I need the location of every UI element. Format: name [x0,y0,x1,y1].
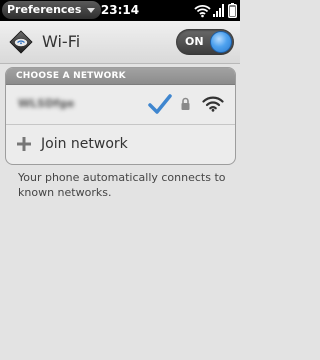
plus-icon [17,136,31,151]
checkmark-icon [148,93,172,115]
network-list-header: CHOOSE A NETWORK [6,68,235,85]
page-title: Wi-Fi [42,32,81,51]
join-network-label: Join network [41,136,128,152]
wifi-toggle[interactable]: ON [176,29,234,55]
app-header: Wi-Fi ON [0,21,240,64]
status-bar: Preferences 23:14 [0,0,240,21]
wifi-signal-icon [194,3,211,18]
app-menu-button[interactable]: Preferences [2,1,102,19]
cellular-signal-icon [213,3,225,18]
network-name: WLSDfge [18,97,75,110]
caret-down-icon [87,8,96,13]
network-list-header-label: CHOOSE A NETWORK [16,71,126,81]
battery-icon [228,3,237,18]
app-menu-label: Preferences [7,3,82,16]
network-list: CHOOSE A NETWORK WLSDfge Join network [5,67,236,165]
wifi-app-icon [9,30,33,54]
toggle-knob[interactable] [210,31,232,53]
network-row[interactable]: WLSDfge [6,85,235,125]
lock-icon [180,96,191,110]
join-network-button[interactable]: Join network [6,125,235,164]
help-text: Your phone automatically connects to kno… [18,171,226,199]
toggle-label: ON [185,35,204,48]
wifi-signal-icon [202,95,224,112]
